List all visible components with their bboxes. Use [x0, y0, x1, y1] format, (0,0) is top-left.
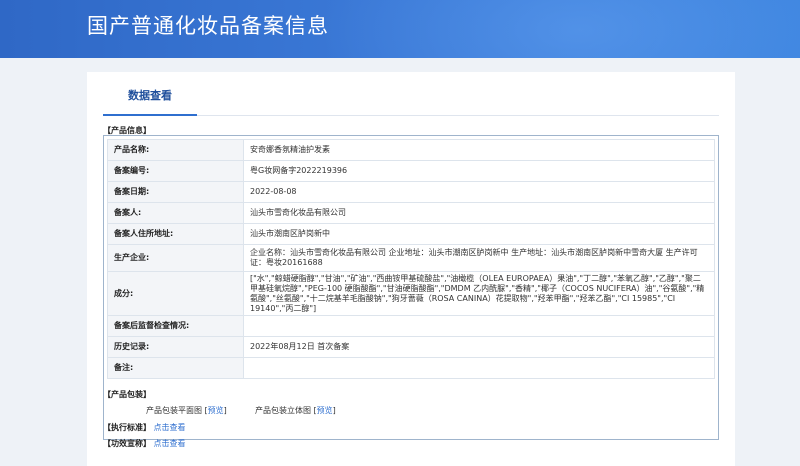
table-row: 备案人: 汕头市雪奇化妆品有限公司: [107, 202, 715, 224]
bracket-close: ]: [223, 406, 227, 415]
registration-number-value: 粤G妆网备字2022219396: [243, 160, 715, 182]
efficacy-label: 【功效宣称】: [103, 439, 151, 448]
bracket-close: ]: [332, 406, 336, 415]
remarks-value: [243, 357, 715, 379]
registration-date-value: 2022-08-08: [243, 181, 715, 203]
row-label: 产品名称:: [107, 139, 244, 161]
product-info-box: 产品名称: 安奇娜香氛精油护发素 备案编号: 粤G妆网备字2022219396 …: [103, 135, 719, 440]
row-label: 备案人住所地址:: [107, 223, 244, 245]
table-row: 成分: ["水","鲸蜡硬脂醇","甘油","矿油","西曲铵甲基硫酸盐","油…: [107, 271, 715, 316]
product-name-value: 安奇娜香氛精油护发素: [243, 139, 715, 161]
table-row: 备案日期: 2022-08-08: [107, 181, 715, 203]
page-header: 国产普通化妆品备案信息: [0, 0, 800, 58]
row-label: 备注:: [107, 357, 244, 379]
efficacy-row: 【功效宣称】 点击查看: [103, 438, 186, 449]
row-label: 成分:: [107, 271, 244, 316]
preview-flat-link[interactable]: 预览: [208, 406, 224, 415]
efficacy-view-link[interactable]: 点击查看: [154, 439, 186, 448]
row-label: 备案人:: [107, 202, 244, 224]
preview-3d-link[interactable]: 预览: [317, 406, 333, 415]
page-title: 国产普通化妆品备案信息: [87, 14, 329, 38]
table-row: 产品名称: 安奇娜香氛精油护发素: [107, 139, 715, 161]
tab-data-view[interactable]: 数据查看: [103, 82, 197, 116]
table-row: 备注:: [107, 357, 715, 379]
standard-view-link[interactable]: 点击查看: [154, 423, 186, 432]
table-row: 备案人住所地址: 汕头市潮南区胪岗新中: [107, 223, 715, 245]
standard-row: 【执行标准】 点击查看: [103, 422, 186, 433]
row-label: 历史记录:: [107, 336, 244, 358]
manufacturer-value: 企业名称：汕头市雪奇化妆品有限公司 企业地址：汕头市潮南区胪岗新中 生产地址：汕…: [243, 244, 715, 272]
product-info-table: 产品名称: 安奇娜香氛精油护发素 备案编号: 粤G妆网备字2022219396 …: [107, 139, 715, 379]
content-panel: 数据查看 【产品信息】 产品名称: 安奇娜香氛精油护发素 备案编号: 粤G妆网备…: [87, 72, 735, 466]
table-row: 备案编号: 粤G妆网备字2022219396: [107, 160, 715, 182]
packaging-3d-label: 产品包装立体图: [255, 406, 311, 415]
row-label: 备案编号:: [107, 160, 244, 182]
header-decoration: [320, 0, 800, 58]
registrant-address-value: 汕头市潮南区胪岗新中: [243, 223, 715, 245]
row-label: 备案后监督检查情况:: [107, 315, 244, 337]
packaging-item-3d: 产品包装立体图 [预览]: [255, 405, 336, 416]
packaging-item-flat: 产品包装平面图 [预览]: [146, 405, 227, 416]
history-value: 2022年08月12日 首次备案: [243, 336, 715, 358]
tab-bar: 数据查看: [103, 82, 719, 116]
row-label: 备案日期:: [107, 181, 244, 203]
row-label: 生产企业:: [107, 244, 244, 272]
standard-label: 【执行标准】: [103, 423, 151, 432]
supervision-value: [243, 315, 715, 337]
ingredients-value: ["水","鲸蜡硬脂醇","甘油","矿油","西曲铵甲基硫酸盐","油橄榄（O…: [243, 271, 715, 316]
packaging-flat-label: 产品包装平面图: [146, 406, 202, 415]
registrant-value: 汕头市雪奇化妆品有限公司: [243, 202, 715, 224]
packaging-title: 【产品包装】: [103, 390, 151, 399]
table-row: 生产企业: 企业名称：汕头市雪奇化妆品有限公司 企业地址：汕头市潮南区胪岗新中 …: [107, 244, 715, 272]
table-row: 备案后监督检查情况:: [107, 315, 715, 337]
table-row: 历史记录: 2022年08月12日 首次备案: [107, 336, 715, 358]
